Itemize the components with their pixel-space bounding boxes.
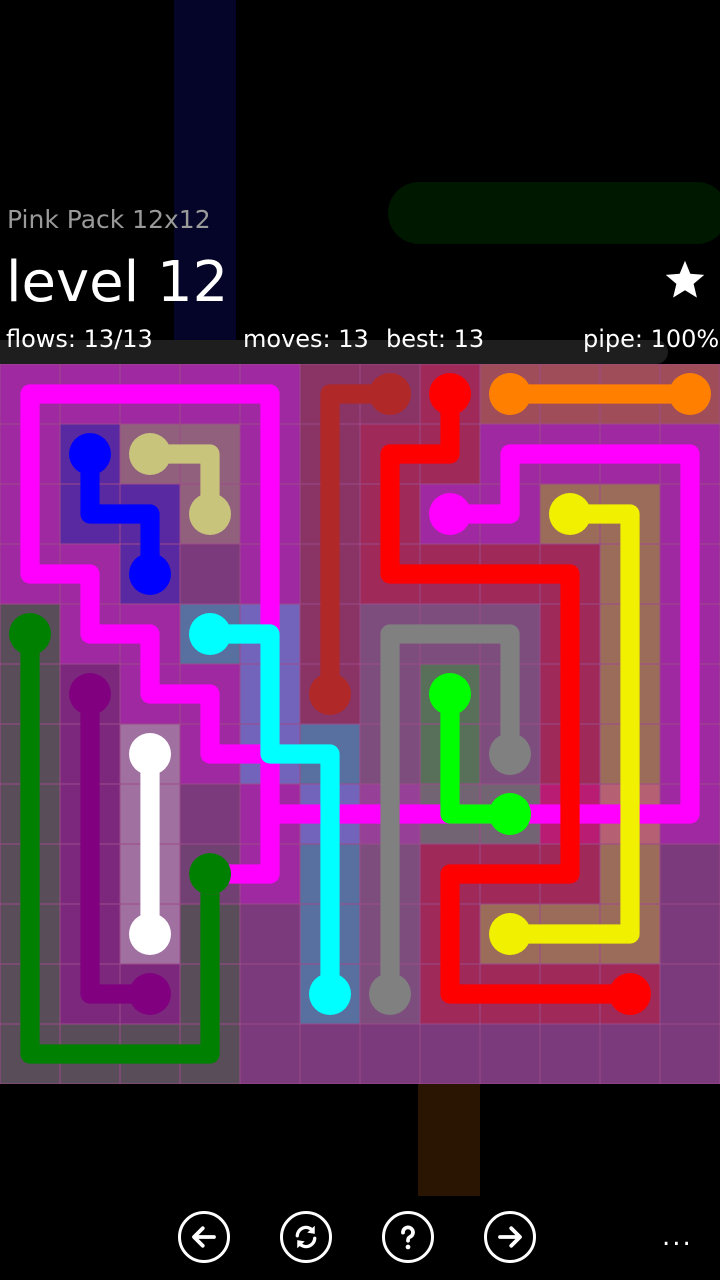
dot-white	[129, 733, 171, 775]
moves-counter: moves: 13	[243, 325, 369, 353]
dot-magenta	[429, 493, 471, 535]
dot-yellow	[549, 493, 591, 535]
dot-khaki	[189, 493, 231, 535]
next-level-button[interactable]	[484, 1211, 536, 1263]
dot-white	[129, 913, 171, 955]
level-title: level 12	[6, 250, 229, 315]
dot-darkred	[309, 673, 351, 715]
dot-red	[609, 973, 651, 1015]
dot-blue	[129, 553, 171, 595]
game-board[interactable]	[0, 364, 720, 1084]
dot-green	[189, 853, 231, 895]
question-icon	[401, 1225, 415, 1250]
dot-yellow	[489, 913, 531, 955]
restart-button[interactable]	[280, 1211, 332, 1263]
arrow-left-icon	[192, 1226, 216, 1248]
dot-purple	[129, 973, 171, 1015]
pack-title: Pink Pack 12x12	[7, 205, 211, 234]
dot-cyan	[309, 973, 351, 1015]
flows-counter: flows: 13/13	[6, 325, 153, 353]
best-counter: best: 13	[386, 325, 485, 353]
dot-orange	[669, 373, 711, 415]
arrow-right-icon	[498, 1226, 522, 1248]
pipe-percentage: pipe: 100%	[583, 325, 720, 353]
dot-red	[429, 373, 471, 415]
background-stripe	[388, 182, 720, 244]
hint-button[interactable]	[382, 1211, 434, 1263]
dot-orange	[489, 373, 531, 415]
dot-purple	[69, 673, 111, 715]
dot-gray	[369, 973, 411, 1015]
refresh-icon	[295, 1225, 317, 1249]
background-stripe	[418, 1084, 480, 1196]
dot-khaki	[129, 433, 171, 475]
more-options-button[interactable]: ...	[662, 1222, 693, 1252]
dot-gray	[489, 733, 531, 775]
previous-level-button[interactable]	[178, 1211, 230, 1263]
dot-lime	[429, 673, 471, 715]
dot-lime	[489, 793, 531, 835]
dot-green	[9, 613, 51, 655]
dot-blue	[69, 433, 111, 475]
dot-darkred	[369, 373, 411, 415]
star-icon	[665, 260, 705, 298]
dot-cyan	[189, 613, 231, 655]
